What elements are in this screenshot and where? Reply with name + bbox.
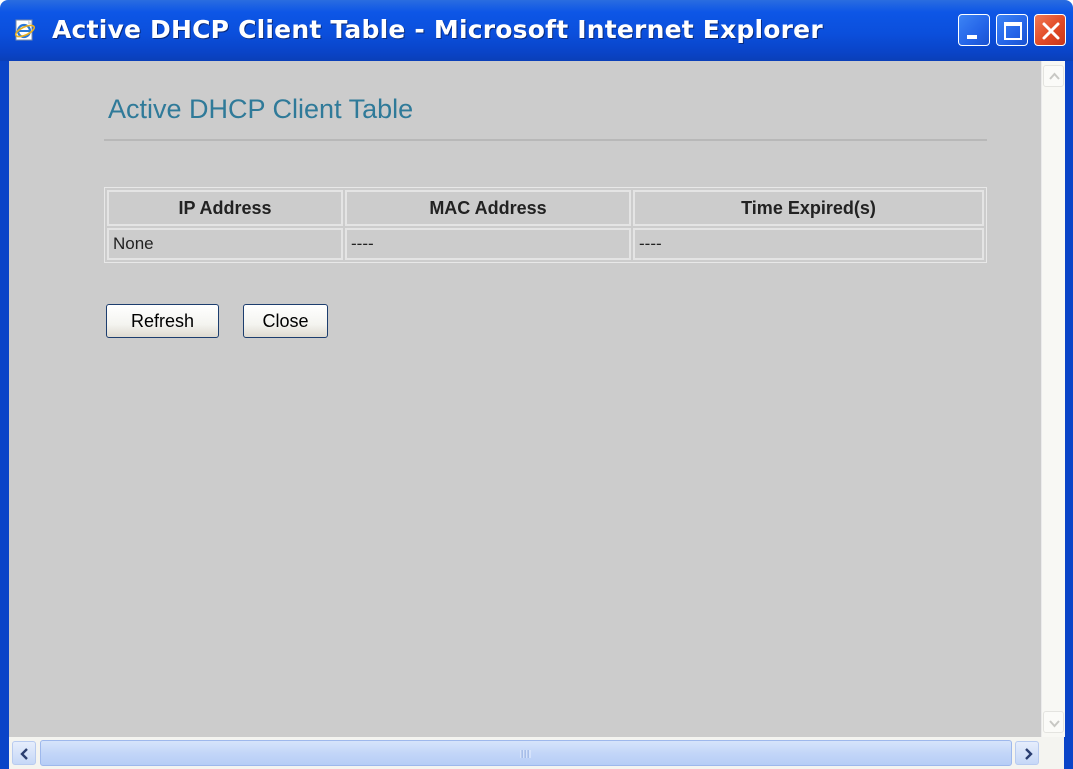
- scroll-right-icon: [1025, 748, 1033, 760]
- scroll-right-button[interactable]: [1015, 741, 1039, 765]
- scroll-down-button[interactable]: [1043, 711, 1064, 733]
- window-frame-right: [1064, 61, 1073, 769]
- scroll-up-icon: [1049, 72, 1060, 80]
- close-button[interactable]: Close: [243, 304, 328, 338]
- cell-mac-address: ----: [345, 228, 631, 260]
- title-divider: [104, 139, 987, 141]
- close-icon: [1042, 22, 1060, 40]
- title-bar[interactable]: Active DHCP Client Table - Microsoft Int…: [0, 0, 1073, 61]
- maximize-button[interactable]: [996, 14, 1028, 46]
- column-header-time-expired: Time Expired(s): [633, 190, 984, 226]
- grip-icon: [520, 750, 531, 758]
- scroll-up-button[interactable]: [1043, 65, 1064, 87]
- ie-page-icon: [12, 17, 38, 43]
- scroll-left-button[interactable]: [12, 741, 36, 765]
- table-row: None ---- ----: [107, 228, 984, 260]
- minimize-icon: [967, 35, 977, 39]
- window-frame-left: [0, 61, 9, 769]
- maximize-icon: [1004, 22, 1022, 40]
- vertical-scrollbar[interactable]: [1041, 61, 1065, 737]
- scroll-down-icon: [1049, 720, 1060, 728]
- table-header-row: IP Address MAC Address Time Expired(s): [107, 190, 984, 226]
- cell-time-expired: ----: [633, 228, 984, 260]
- page-content: Active DHCP Client Table IP Address MAC …: [9, 61, 1041, 737]
- window-title: Active DHCP Client Table - Microsoft Int…: [52, 15, 823, 44]
- refresh-button[interactable]: Refresh: [106, 304, 219, 338]
- column-header-mac: MAC Address: [345, 190, 631, 226]
- horizontal-scrollbar[interactable]: [9, 737, 1064, 769]
- close-window-button[interactable]: [1034, 14, 1066, 46]
- cell-ip-address: None: [107, 228, 343, 260]
- browser-window: Active DHCP Client Table - Microsoft Int…: [0, 0, 1073, 769]
- column-header-ip: IP Address: [107, 190, 343, 226]
- scroll-left-icon: [20, 748, 28, 760]
- scroll-thumb[interactable]: [40, 740, 1012, 766]
- page-title: Active DHCP Client Table: [108, 94, 414, 124]
- dhcp-client-table: IP Address MAC Address Time Expired(s) N…: [104, 187, 987, 263]
- minimize-button[interactable]: [958, 14, 990, 46]
